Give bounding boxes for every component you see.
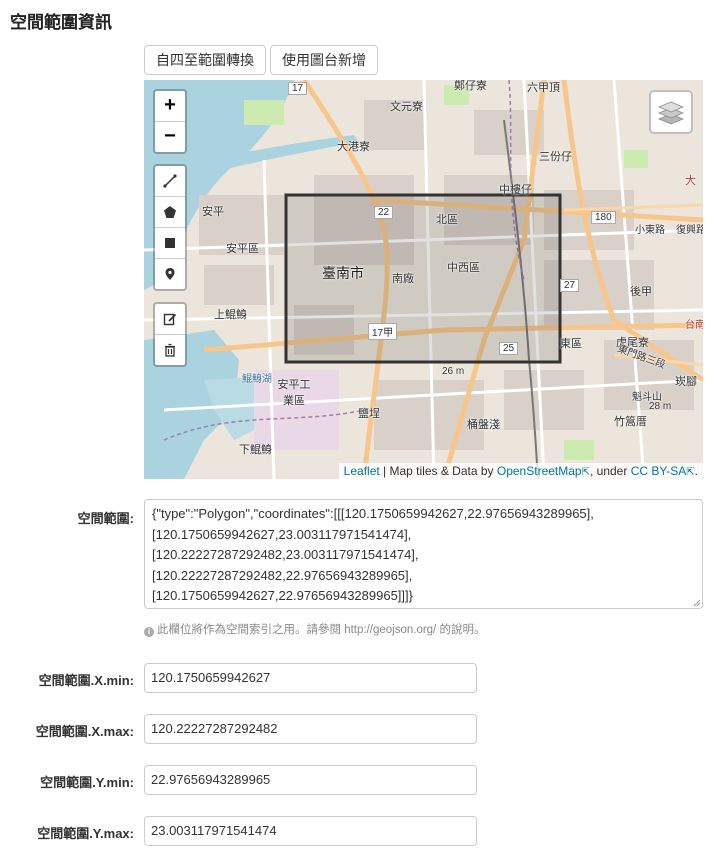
map-label-north-district: 北區 [436, 214, 458, 226]
osm-link[interactable]: OpenStreetMap [497, 464, 582, 478]
marker-icon [165, 268, 175, 280]
road-shield-180: 180 [591, 211, 616, 224]
attribution-under: , under [589, 464, 631, 478]
ymax-input[interactable]: 23.003117971541474 [144, 816, 477, 846]
map-label-zhugaocuo: 竹篙厝 [614, 416, 647, 428]
map-label-anping: 安平 [202, 206, 224, 218]
road-shield-22: 22 [374, 206, 394, 219]
draw-toolbar [153, 164, 187, 291]
xmax-label: 空間範圍.X.max: [35, 724, 134, 739]
external-link-icon: ⇱ [686, 467, 695, 478]
map-label-dagangliao: 大港寮 [337, 141, 370, 153]
spatial-range-label: 空間範圍: [77, 511, 134, 526]
map-label-baoduo: 崁腳 [675, 376, 697, 388]
xmin-label: 空間範圍.X.min: [38, 673, 134, 688]
edit-icon [163, 313, 177, 326]
edit-layers-button[interactable] [155, 304, 185, 334]
map-label-zhengzailiao: 鄭仔寮 [454, 80, 487, 92]
map-label-sanfenzai: 三份仔 [539, 151, 572, 163]
section-title: 空間範圍資訊 [10, 13, 112, 32]
map-label-wenyuanliao: 文元寮 [390, 101, 423, 113]
attribution-end: . [694, 464, 698, 478]
ymin-input[interactable]: 22.97656943289965 [144, 765, 477, 795]
draw-marker-button[interactable] [155, 258, 185, 289]
draw-polyline-button[interactable] [155, 166, 185, 196]
ymax-label: 空間範圍.Y.max: [37, 826, 134, 841]
draw-polygon-button[interactable] [155, 196, 185, 227]
xmin-input[interactable]: 120.1750659942627 [144, 663, 477, 693]
map-label-shangkunshen: 上鯤鯓 [214, 309, 247, 321]
layers-icon [658, 101, 684, 125]
map-label-nanchang: 南廠 [392, 273, 414, 285]
map-view[interactable]: 鄭仔寮 六甲頂 文元寮 大港寮 三份仔 中樓仔 安平 安平區 北區 臺南市 南廠… [144, 80, 703, 479]
spatial-range-textarea[interactable]: {"type":"Polygon","coordinates":[[[120.1… [144, 499, 703, 609]
map-label-yanchen: 鹽埕 [358, 408, 380, 420]
help-text-content: 此欄位將作為空間索引之用。請參閱 http://geojson.org/ 的說明… [157, 624, 486, 636]
xmax-input[interactable]: 120.22227287292482 [144, 714, 477, 744]
map-label-xiakunshen: 下鯤鯓 [239, 444, 272, 456]
trash-icon [165, 343, 175, 357]
road-shield-17a: 17甲 [368, 323, 398, 340]
road-shield-17: 17 [288, 82, 308, 95]
map-label-kuidou-elev: 28 m [649, 401, 672, 412]
map-label-taiwan: 台南 [685, 320, 703, 331]
map-label-fuxing: 復興路 [676, 225, 703, 236]
layers-control-button[interactable] [649, 90, 693, 134]
polygon-icon [164, 206, 176, 218]
zoom-in-button[interactable]: + [155, 91, 185, 121]
map-label-kunshen-lake: 鯤鯓湖 [242, 374, 272, 385]
delete-layers-button[interactable] [155, 334, 185, 365]
zoom-out-button[interactable]: − [155, 121, 185, 152]
edit-toolbar [153, 302, 187, 367]
map-label-da: 大 [685, 175, 696, 187]
draw-rectangle-button[interactable] [155, 227, 185, 258]
map-label-tongpanqian: 桶盤淺 [467, 419, 500, 431]
map-label-east-district: 東區 [560, 338, 582, 350]
map-label-xiaodong: 小東路 [635, 225, 665, 236]
polyline-icon [163, 174, 177, 188]
road-shield-27: 27 [560, 279, 580, 292]
bbox-convert-button[interactable]: 自四至範圍轉換 [144, 45, 266, 75]
use-map-add-button[interactable]: 使用圖台新增 [270, 45, 378, 75]
map-label-anping-industrial: 安平工業區 [277, 379, 311, 407]
map-attribution: Leaflet | Map tiles & Data by OpenStreet… [338, 463, 703, 479]
license-link[interactable]: CC BY-SA [631, 464, 687, 478]
map-label-houjia: 後甲 [630, 286, 652, 298]
help-text: i 此欄位將作為空間索引之用。請參閱 http://geojson.org/ 的說… [144, 621, 485, 637]
map-label-west-central: 中西區 [447, 262, 480, 274]
zoom-control: + − [153, 89, 187, 154]
info-icon: i [144, 627, 154, 637]
external-link-icon: ⇱ [581, 467, 590, 478]
map-label-tainan-city: 臺南市 [322, 265, 364, 281]
leaflet-link[interactable]: Leaflet [344, 464, 380, 478]
map-label-zhonglouzai: 中樓仔 [499, 184, 532, 196]
attribution-text: | Map tiles & Data by [379, 464, 497, 478]
ymin-label: 空間範圍.Y.min: [40, 775, 134, 790]
rectangle-icon [165, 238, 175, 248]
map-label-anping-district: 安平區 [226, 243, 259, 255]
map-label-elev-26: 26 m [442, 366, 465, 377]
resize-grip-icon[interactable] [693, 599, 701, 607]
map-label-liujiading: 六甲頂 [527, 82, 560, 94]
road-shield-25: 25 [499, 342, 519, 355]
